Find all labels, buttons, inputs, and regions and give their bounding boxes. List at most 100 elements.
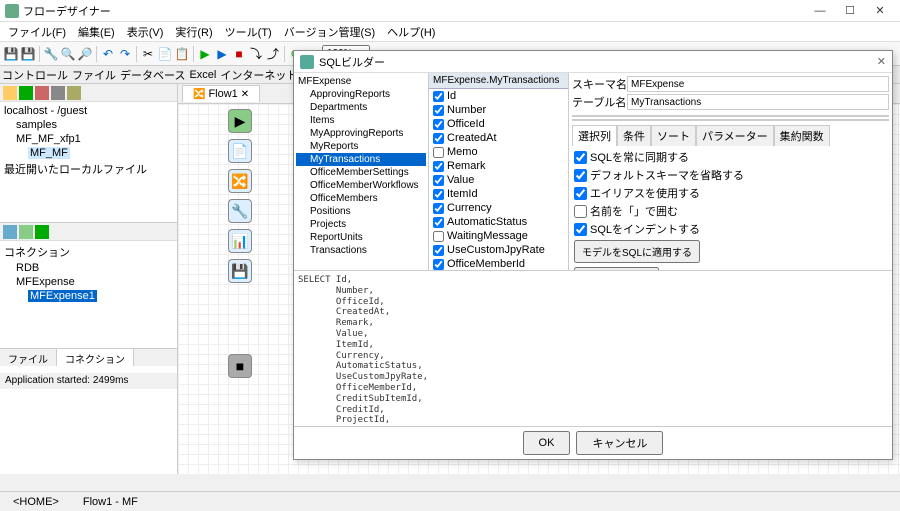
maximize-button[interactable]: ☐ [835,4,865,17]
tab-select[interactable]: 選択列 [572,125,617,146]
flow-node[interactable]: 🔧 [228,199,252,223]
redo-icon[interactable]: ↷ [117,46,133,62]
gear-icon[interactable] [51,86,65,100]
menu-view[interactable]: 表示(V) [122,22,169,42]
tab-parameter[interactable]: パラメーター [696,125,774,146]
table-item[interactable]: ReportUnits [296,231,426,244]
tab-sort[interactable]: ソート [651,125,696,146]
field-item[interactable]: CreatedAt [429,131,568,145]
table-item[interactable]: Projects [296,218,426,231]
taskbar-home[interactable]: <HOME> [5,494,67,510]
find2-icon[interactable]: 🔎 [77,46,93,62]
schema-root[interactable]: MFExpense [296,75,426,88]
dialog-titlebar[interactable]: SQLビルダー ✕ [294,51,892,73]
comp-excel[interactable]: Excel [189,69,216,81]
table-item[interactable]: Positions [296,205,426,218]
table-item[interactable]: Items [296,114,426,127]
undo-icon[interactable]: ↶ [100,46,116,62]
flow-node[interactable]: 📄 [228,139,252,163]
apply-button[interactable]: モデルをSQLに適用する [574,240,700,263]
comp-internet[interactable]: インターネット [220,67,297,83]
step-icon[interactable]: ⤵ [248,46,264,62]
ok-button[interactable]: OK [523,431,571,455]
menu-edit[interactable]: 編集(E) [73,22,120,42]
connection-tree[interactable]: コネクション RDB MFExpense MFExpense1 [0,241,177,305]
table-item[interactable]: OfficeMemberSettings [296,166,426,179]
flow-end-node[interactable]: ■ [228,354,252,378]
cancel-button[interactable]: キャンセル [576,431,663,455]
opt-default-schema[interactable]: デフォルトスキーマを省略する [574,166,887,184]
debug-icon[interactable]: ▶ [214,46,230,62]
tree-recent[interactable]: 最近開いたローカルファイル [2,160,175,178]
flow-start-node[interactable]: ▶ [228,109,252,133]
refresh-icon[interactable] [19,86,33,100]
field-item[interactable]: Value [429,173,568,187]
close-button[interactable]: ✕ [865,4,895,17]
sql-text[interactable]: SELECT Id, Number, OfficeId, CreatedAt, … [294,271,892,426]
tree-rdb[interactable]: RDB [2,261,175,275]
type-grid-2[interactable]: フィールド名Javaデータ型 MyTransactions.IdVARCHARM… [572,119,889,121]
comp-database[interactable]: データベース [120,67,185,83]
paste-icon[interactable]: 📋 [174,46,190,62]
field-item[interactable]: ItemId [429,187,568,201]
menu-file[interactable]: ファイル(F) [3,22,71,42]
flow-node[interactable]: 🔀 [228,169,252,193]
flow-node[interactable]: 💾 [228,259,252,283]
minimize-button[interactable]: — [805,5,835,17]
flow-node[interactable]: 📊 [228,229,252,253]
db-icon[interactable] [3,225,17,239]
menu-run[interactable]: 実行(R) [170,22,217,42]
tool-icon[interactable]: 🔧 [43,46,59,62]
table-tree[interactable]: MFExpense ApprovingReportsDepartmentsIte… [294,73,429,270]
find-icon[interactable]: 🔍 [60,46,76,62]
field-item[interactable]: OfficeMemberId [429,257,568,270]
stop-icon[interactable]: ■ [231,46,247,62]
opt-indent[interactable]: SQLをインデントする [574,220,887,238]
menu-version[interactable]: バージョン管理(S) [279,22,380,42]
cut-icon[interactable]: ✂ [140,46,156,62]
cloud-icon[interactable] [19,225,33,239]
tab-aggregate[interactable]: 集約関数 [774,125,830,146]
refresh-icon[interactable] [35,225,49,239]
comp-control[interactable]: コントロール [2,67,68,83]
tab-file[interactable]: ファイル [0,349,57,366]
table-item[interactable]: Departments [296,101,426,114]
field-item[interactable]: Remark [429,159,568,173]
field-item[interactable]: Memo [429,145,568,159]
project-tree[interactable]: localhost - /guest samples MF_MF_xfp1 MF… [0,102,177,180]
tab-condition[interactable]: 条件 [617,125,651,146]
field-item[interactable]: Id [429,89,568,103]
field-item[interactable]: WaitingMessage [429,229,568,243]
tab-connection[interactable]: コネクション [57,349,134,366]
table-input[interactable] [627,94,889,110]
tree-samples[interactable]: samples [2,118,175,132]
folder-icon[interactable] [3,86,17,100]
table-item[interactable]: MyApprovingReports [296,127,426,140]
taskbar-flow[interactable]: Flow1 - MF [75,494,146,510]
field-item[interactable]: Currency [429,201,568,215]
field-item[interactable]: Number [429,103,568,117]
opt-alias[interactable]: エイリアスを使用する [574,184,887,202]
table-item[interactable]: OfficeMembers [296,192,426,205]
field-item[interactable]: UseCustomJpyRate [429,243,568,257]
table-item[interactable]: MyReports [296,140,426,153]
field-list[interactable]: MFExpense.MyTransactions IdNumberOfficeI… [429,73,569,270]
opt-sync[interactable]: SQLを常に同期する [574,148,887,166]
book-icon[interactable] [35,86,49,100]
schema-input[interactable] [627,76,889,92]
table-item[interactable]: Transactions [296,244,426,257]
field-item[interactable]: AutomaticStatus [429,215,568,229]
type-grid-1[interactable]: フィールド名DBMSデータ型Javaデータ型 IdVARCHARVARCHARN… [572,115,889,117]
copy-icon[interactable]: 📄 [157,46,173,62]
tree-mfexpense[interactable]: MFExpense [2,275,175,289]
tree-root[interactable]: localhost - /guest [2,104,175,118]
run-icon[interactable]: ▶ [197,46,213,62]
field-item[interactable]: OfficeId [429,117,568,131]
table-item[interactable]: OfficeMemberWorkflows [296,179,426,192]
save-icon[interactable]: 💾 [3,46,19,62]
table-item[interactable]: ApprovingReports [296,88,426,101]
opt-quote[interactable]: 名前を「」で囲む [574,202,887,220]
dialog-close-icon[interactable]: ✕ [877,55,886,68]
menu-tool[interactable]: ツール(T) [220,22,277,42]
lock-icon[interactable] [67,86,81,100]
